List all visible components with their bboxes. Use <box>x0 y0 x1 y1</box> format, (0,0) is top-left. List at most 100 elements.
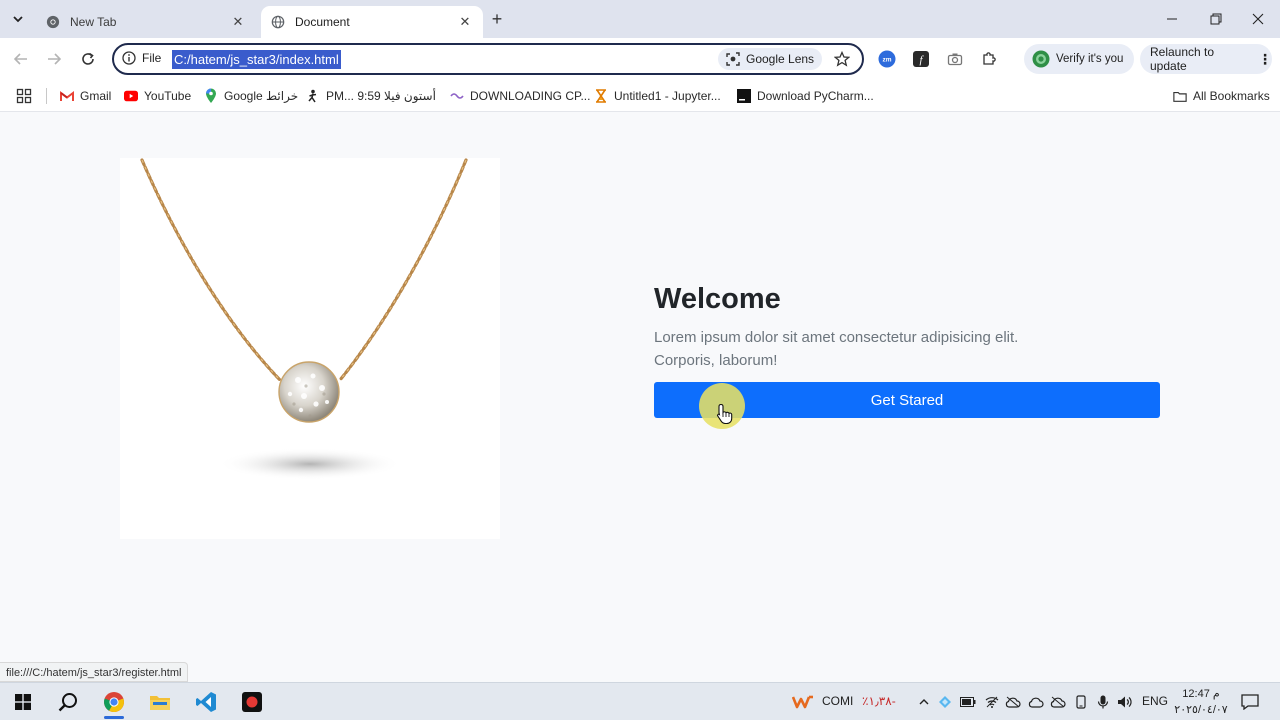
url-text[interactable]: C:/hatem/js_star3/index.html <box>172 50 341 69</box>
avatar-icon <box>1032 50 1050 68</box>
clock-time: 12:47 م <box>1182 688 1220 700</box>
cloud-sync-off-icon[interactable] <box>1050 694 1066 710</box>
bookmark-label: Google خرائط <box>224 89 299 103</box>
network-widget-icon[interactable] <box>937 694 953 710</box>
cloud-icon[interactable] <box>1028 694 1044 710</box>
zoom-icon: zm <box>878 50 896 68</box>
tab-new-tab[interactable]: New Tab ✕ <box>36 6 256 38</box>
gmail-icon <box>60 89 74 103</box>
start-button[interactable] <box>8 687 38 717</box>
clock-date: ۲۰۲٥/۰٤/۰۷ <box>1174 704 1228 716</box>
taskbar-recorder[interactable] <box>237 687 267 717</box>
stock-widget-icon[interactable] <box>792 694 814 710</box>
speaker-icon[interactable] <box>1117 694 1133 710</box>
bookmarks-bar: Gmail YouTube Google خرائط PM... 9:59 أس… <box>0 80 1280 112</box>
tab-strip: New Tab ✕ Document ✕ + <box>0 0 1280 38</box>
taskbar-file-explorer[interactable] <box>145 687 175 717</box>
lens-label: Google Lens <box>746 52 815 66</box>
sports-icon <box>306 89 320 103</box>
new-tab-button[interactable]: + <box>486 9 508 31</box>
bookmark-google-maps[interactable]: Google خرائط <box>204 86 298 106</box>
product-image <box>120 158 500 539</box>
chevron-down-icon <box>13 16 23 23</box>
device-icon[interactable] <box>1073 694 1089 710</box>
notifications-icon[interactable] <box>1241 693 1259 711</box>
close-icon <box>1252 13 1264 25</box>
bookmark-label: DOWNLOADING CP... <box>470 89 591 103</box>
chrome-icon <box>46 15 60 29</box>
reload-icon <box>82 52 94 65</box>
formula-icon: f <box>913 51 929 67</box>
bookmark-gmail[interactable]: Gmail <box>60 86 111 106</box>
recorder-icon <box>242 692 262 712</box>
reload-button[interactable] <box>75 46 101 72</box>
zoom-extension-button[interactable]: zm <box>877 49 897 69</box>
bookmark-pycharm[interactable]: Download PyCharm... <box>737 86 874 106</box>
taskbar-chrome[interactable] <box>99 687 129 719</box>
relaunch-button[interactable]: Relaunch to update ⋮ <box>1140 44 1272 74</box>
status-bubble-url: file:///C:/hatem/js_star3/register.html <box>0 662 189 682</box>
tab-title: New Tab <box>70 15 117 29</box>
bookmark-label: PM... 9:59 أستون فيلا <box>326 89 436 103</box>
restore-button[interactable] <box>1194 0 1238 38</box>
microphone-icon[interactable] <box>1095 694 1111 710</box>
language-indicator[interactable]: ENG <box>1142 694 1168 708</box>
stock-ticker[interactable]: COMI <box>822 694 853 708</box>
all-bookmarks-button[interactable]: All Bookmarks <box>1173 86 1270 106</box>
cloud-off-icon[interactable] <box>1005 694 1021 710</box>
wifi-icon[interactable] <box>984 694 1000 710</box>
tab-document[interactable]: Document ✕ <box>261 6 483 38</box>
site-info-button[interactable]: File <box>122 51 161 65</box>
extensions-button[interactable] <box>979 49 999 69</box>
close-icon[interactable]: ✕ <box>457 14 473 30</box>
minimize-button[interactable] <box>1150 0 1194 38</box>
bookmark-label: Untitled1 - Jupyter... <box>614 89 721 103</box>
page-title: Welcome <box>654 283 781 315</box>
puzzle-icon <box>983 52 996 65</box>
verify-identity-button[interactable]: Verify it's you <box>1024 44 1134 74</box>
tab-search-button[interactable] <box>6 7 30 31</box>
start-icon <box>15 694 31 710</box>
bookmarks-divider <box>46 88 47 104</box>
bookmark-youtube[interactable]: YouTube <box>124 86 191 106</box>
page-description: Lorem ipsum dolor sit amet consectetur a… <box>654 329 1019 369</box>
taskbar-vscode[interactable] <box>191 687 221 717</box>
address-bar[interactable]: File C:/hatem/js_star3/index.html Google… <box>112 43 864 75</box>
formula-extension-button[interactable]: f <box>911 49 931 69</box>
bookmark-label: Download PyCharm... <box>757 89 874 103</box>
apps-grid-icon <box>16 88 32 104</box>
necklace-illustration <box>140 158 468 480</box>
bookmark-jupyter[interactable]: Untitled1 - Jupyter... <box>594 86 721 106</box>
close-icon[interactable]: ✕ <box>230 14 246 30</box>
bookmark-label: YouTube <box>144 89 192 103</box>
chrome-icon <box>104 692 124 713</box>
globe-icon <box>271 15 285 29</box>
search-icon <box>58 693 77 712</box>
chevron-up-icon[interactable] <box>916 694 932 710</box>
stock-change: ٪۱٫۳۸- <box>862 694 896 708</box>
lens-icon <box>726 52 740 66</box>
info-icon <box>122 51 136 65</box>
battery-icon[interactable] <box>960 694 976 710</box>
bookmark-star-button[interactable] <box>832 49 852 69</box>
arrow-left-icon <box>14 53 27 65</box>
bookmark-sports[interactable]: PM... 9:59 أستون فيلا <box>306 86 436 106</box>
file-explorer-icon <box>150 696 170 710</box>
bookmark-downloading[interactable]: DOWNLOADING CP... <box>450 86 590 106</box>
kebab-menu-icon[interactable]: ⋮ <box>1258 51 1272 68</box>
hourglass-icon <box>594 89 608 103</box>
back-button[interactable] <box>8 46 34 72</box>
browser-toolbar: File C:/hatem/js_star3/index.html Google… <box>0 38 1280 80</box>
close-window-button[interactable] <box>1236 0 1280 38</box>
clock[interactable]: 12:47 م ۲۰۲٥/۰٤/۰۷ <box>1170 686 1232 718</box>
folder-icon <box>1173 89 1187 103</box>
vscode-icon <box>196 692 216 712</box>
camera-extension-button[interactable] <box>945 49 965 69</box>
apps-button[interactable] <box>16 86 32 106</box>
google-lens-button[interactable]: Google Lens <box>718 48 822 70</box>
pycharm-icon <box>737 89 751 103</box>
search-button[interactable] <box>53 687 83 717</box>
youtube-icon <box>124 89 138 103</box>
verify-label: Verify it's you <box>1056 53 1124 65</box>
forward-button[interactable] <box>41 46 67 72</box>
